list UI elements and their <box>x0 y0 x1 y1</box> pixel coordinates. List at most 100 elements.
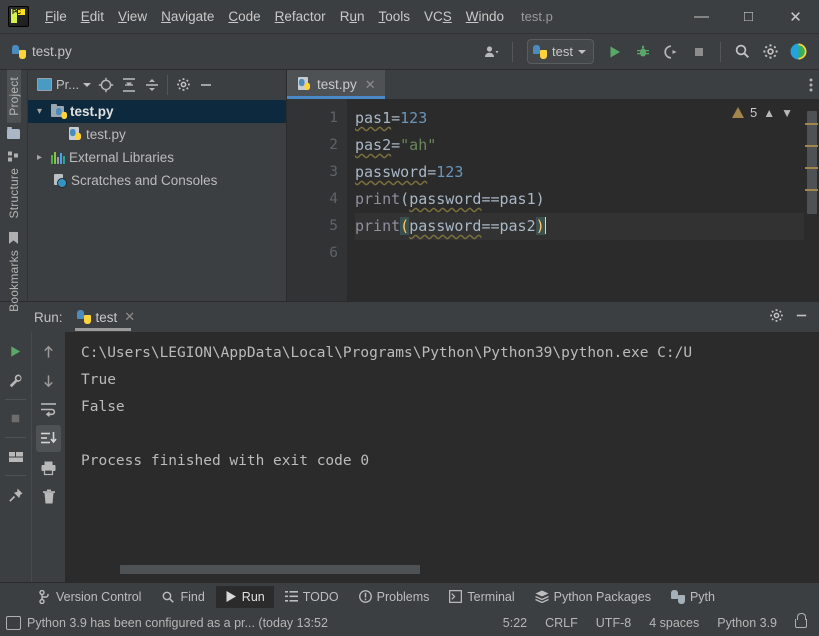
search-icon <box>163 591 175 603</box>
chevron-down-icon[interactable]: ▾ <box>32 106 47 117</box>
tool-button-python-console[interactable]: Pyth <box>662 586 724 608</box>
rerun-icon[interactable] <box>3 338 28 365</box>
menu-window[interactable]: Windo <box>459 6 511 27</box>
tool-button-label: Version Control <box>56 589 142 604</box>
tool-button-python-packages[interactable]: Python Packages <box>526 586 660 608</box>
scroll-down-icon[interactable] <box>36 367 61 394</box>
stop-icon[interactable] <box>3 405 28 432</box>
stop-button[interactable] <box>686 39 712 64</box>
gear-icon[interactable] <box>757 39 783 64</box>
minimize-button[interactable]: — <box>678 0 725 33</box>
tool-button-run[interactable]: Run <box>215 585 274 608</box>
warning-marker[interactable] <box>805 123 818 125</box>
folder-icon[interactable] <box>7 123 20 145</box>
console-horizontal-scrollbar[interactable] <box>120 565 420 574</box>
debug-button[interactable] <box>630 39 656 64</box>
tree-item-external-libraries[interactable]: ▸ External Libraries <box>28 146 286 169</box>
warning-marker[interactable] <box>805 189 818 191</box>
code-text-area[interactable]: pas1=123 pas2="ah" password=123 print(pa… <box>347 99 819 301</box>
console-output[interactable]: C:\Users\LEGION\AppData\Local\Programs\P… <box>65 332 819 582</box>
warning-marker[interactable] <box>805 167 818 169</box>
tool-button-problems[interactable]: Problems <box>350 586 439 608</box>
file-encoding[interactable]: UTF-8 <box>596 616 631 630</box>
pycharm-window: PC File Edit View Navigate Code Refactor… <box>0 0 819 636</box>
user-account-icon[interactable] <box>478 39 504 64</box>
run-button[interactable] <box>602 39 628 64</box>
menu-bar: PC File Edit View Navigate Code Refactor… <box>0 0 819 34</box>
console-line: Process finished with exit code 0 <box>81 453 370 469</box>
main-content-row: Project Structure Bookmarks Pr... ▾ test… <box>0 70 819 341</box>
menu-tools[interactable]: Tools <box>371 6 417 27</box>
editor-tab-test-py[interactable]: test.py ✕ <box>287 70 385 99</box>
tree-item-test-py[interactable]: test.py <box>28 123 286 146</box>
caret-position[interactable]: 5:22 <box>503 616 527 630</box>
chevron-down-icon <box>83 82 92 87</box>
code-line-4: print(password==pas1) <box>355 190 545 208</box>
code-editor[interactable]: 1 2 3 4 5 6 pas1=123 pas2="ah" password=… <box>287 99 819 301</box>
scroll-to-end-icon[interactable] <box>36 425 61 452</box>
ide-help-icon[interactable] <box>785 39 811 64</box>
print-icon[interactable] <box>36 454 61 481</box>
navbar-file[interactable]: test.py <box>12 44 72 59</box>
close-button[interactable]: ✕ <box>772 0 819 33</box>
tree-item-scratches[interactable]: Scratches and Consoles <box>28 169 286 192</box>
line-separator[interactable]: CRLF <box>545 616 578 630</box>
tool-button-version-control[interactable]: Version Control <box>30 586 150 608</box>
editor-tab-more[interactable] <box>809 70 819 99</box>
trash-icon[interactable] <box>36 483 61 510</box>
previous-problem-icon[interactable]: ▲ <box>763 106 775 120</box>
tree-label: test.py <box>86 127 126 142</box>
menu-edit[interactable]: Edit <box>74 6 111 27</box>
search-icon[interactable] <box>729 39 755 64</box>
lock-icon[interactable] <box>795 612 807 628</box>
menu-view[interactable]: View <box>111 6 154 27</box>
expand-all-icon[interactable] <box>118 74 140 96</box>
scrollbar-thumb[interactable] <box>807 111 817 214</box>
gear-icon[interactable] <box>172 74 194 96</box>
python-interpreter[interactable]: Python 3.9 <box>717 616 777 630</box>
collapse-all-icon[interactable] <box>141 74 163 96</box>
close-icon[interactable]: ✕ <box>365 77 376 93</box>
event-log-icon[interactable] <box>6 616 21 630</box>
python-file-icon <box>12 44 26 59</box>
chevron-right-icon[interactable]: ▸ <box>32 152 47 163</box>
menu-run[interactable]: Run <box>333 6 372 27</box>
inspection-widget[interactable]: 5 ▲ ▼ <box>731 105 793 120</box>
status-message[interactable]: Python 3.9 has been configured as a pr..… <box>27 616 328 630</box>
warning-marker[interactable] <box>805 145 818 147</box>
minimize-icon[interactable] <box>195 74 217 96</box>
locate-icon[interactable] <box>95 74 117 96</box>
tool-button-todo[interactable]: TODO <box>276 586 348 608</box>
project-panel: Pr... ▾ test.py test.py ▸ External Libra… <box>28 70 287 301</box>
project-view-selector[interactable]: Pr... <box>34 75 94 94</box>
project-view-icon <box>37 78 52 91</box>
menu-vcs[interactable]: VCS <box>417 6 459 27</box>
sidebar-tab-structure-label: Structure <box>6 167 21 219</box>
indent-setting[interactable]: 4 spaces <box>649 616 699 630</box>
run-configuration-selector[interactable]: test <box>527 39 594 64</box>
menu-refactor[interactable]: Refactor <box>268 6 333 27</box>
sidebar-tab-structure[interactable]: Structure <box>7 145 21 226</box>
layout-icon[interactable] <box>3 443 28 470</box>
tree-item-project-root[interactable]: ▾ test.py <box>28 100 286 123</box>
scroll-up-icon[interactable] <box>36 338 61 365</box>
wrench-icon[interactable] <box>3 367 28 394</box>
menu-file[interactable]: File <box>38 6 74 27</box>
close-icon[interactable]: ✕ <box>124 309 135 325</box>
run-with-coverage-button[interactable] <box>658 39 684 64</box>
tool-button-terminal[interactable]: Terminal <box>440 586 523 608</box>
tool-button-find[interactable]: Find <box>152 586 213 608</box>
editor-scrollbar[interactable] <box>804 99 819 301</box>
minimize-icon[interactable] <box>794 308 809 326</box>
pin-icon[interactable] <box>3 481 28 508</box>
menu-code[interactable]: Code <box>221 6 267 27</box>
soft-wrap-icon[interactable] <box>36 396 61 423</box>
next-problem-icon[interactable]: ▼ <box>781 106 793 120</box>
sidebar-tab-project[interactable]: Project <box>6 70 21 123</box>
run-tab-test[interactable]: test ✕ <box>71 306 142 331</box>
menu-navigate[interactable]: Navigate <box>154 6 221 27</box>
left-tool-strip: Project Structure Bookmarks <box>0 70 28 341</box>
gear-icon[interactable] <box>769 308 784 326</box>
maximize-button[interactable]: □ <box>725 0 772 33</box>
